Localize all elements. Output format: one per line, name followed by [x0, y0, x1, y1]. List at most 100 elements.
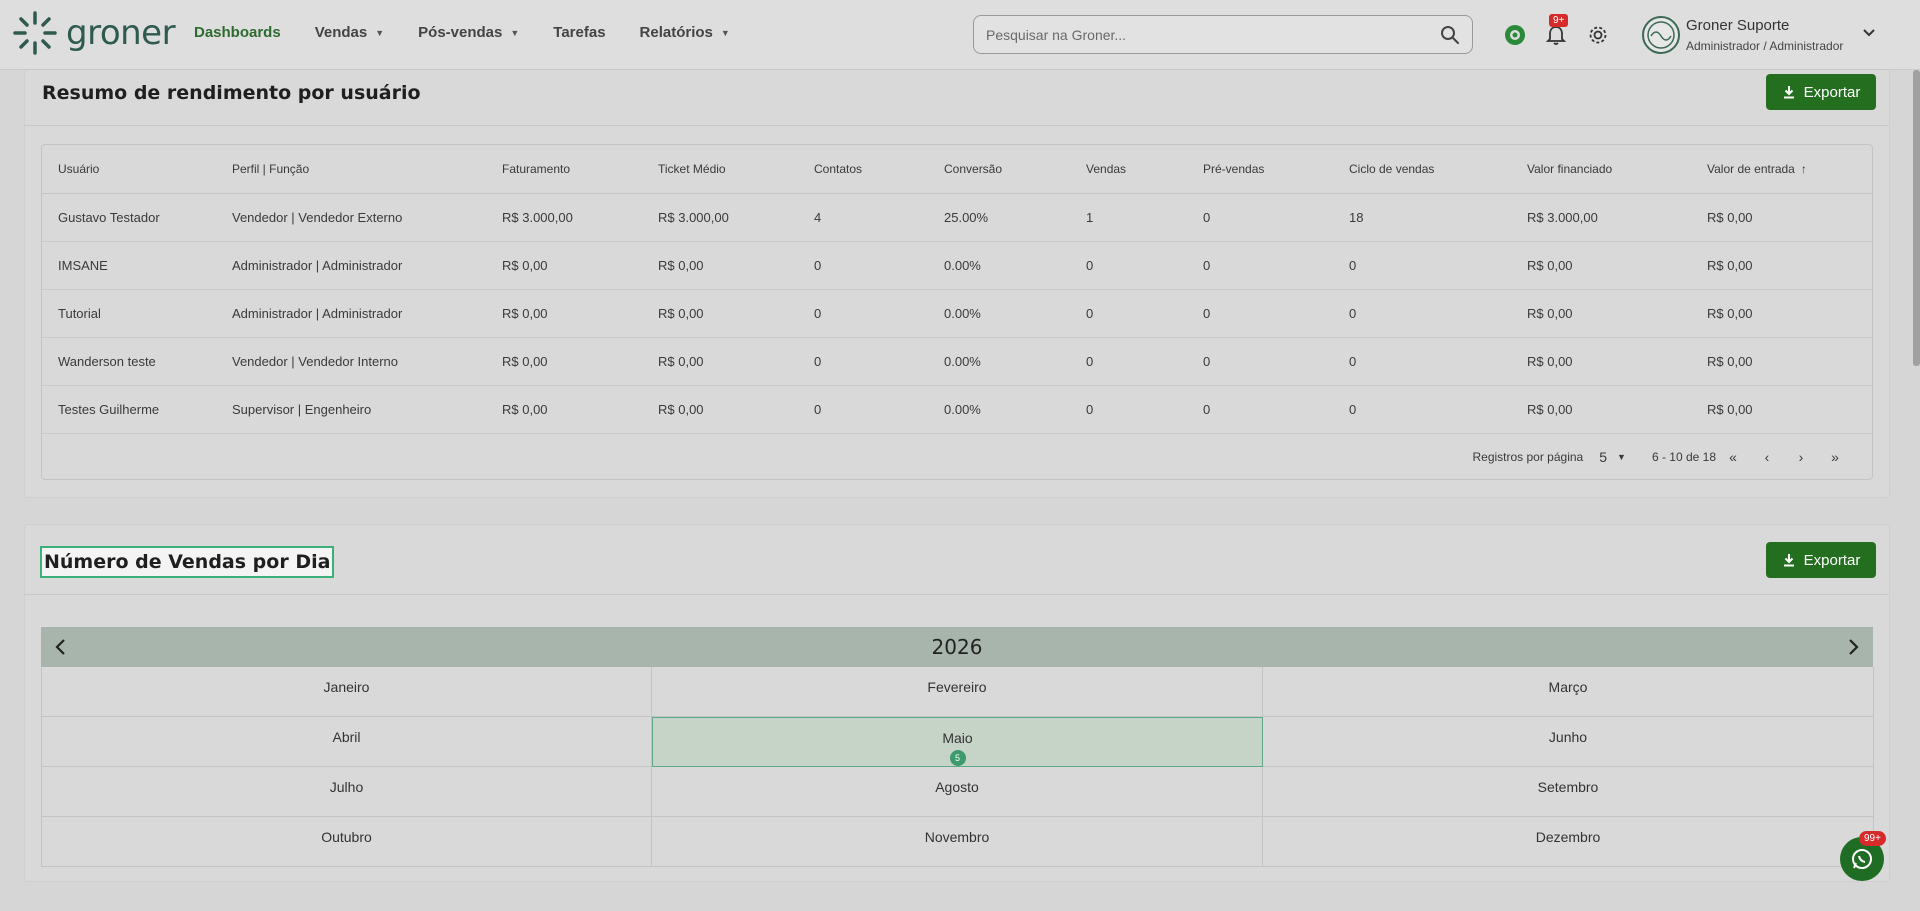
sales-by-day-card: Número de Vendas por Dia Exportar 2026 J…: [24, 524, 1890, 882]
main-nav: Dashboards Vendas ▼ Pós-vendas ▼ Tarefas Relat…: [194, 24, 764, 41]
export-sales-button[interactable]: Exportar: [1766, 542, 1876, 578]
groner-logo[interactable]: groner: [12, 10, 176, 56]
nav-item-vendas[interactable]: Vendas ▼: [315, 24, 384, 41]
nav-item-dashboards[interactable]: Dashboards: [194, 24, 281, 41]
table-cell: R$ 0,00: [1691, 385, 1872, 434]
gear-icon[interactable]: [1585, 22, 1611, 48]
performance-card: Resumo de rendimento por usuário Exporta…: [24, 70, 1890, 498]
month-label: Junho: [1548, 729, 1588, 745]
sort-arrow-icon[interactable]: ↑: [1801, 162, 1807, 176]
table-cell: 0: [798, 337, 928, 386]
table-cell: Wanderson teste: [42, 337, 216, 386]
month-cell[interactable]: Dezembro: [1263, 817, 1874, 867]
table-cell: R$ 0,00: [486, 241, 642, 290]
table-cell: R$ 3.000,00: [642, 193, 798, 242]
table-cell: 0: [1333, 385, 1511, 434]
search-input[interactable]: [986, 26, 1440, 43]
column-header[interactable]: Valor de entrada ↑: [1691, 145, 1872, 194]
table-cell: Tutorial: [42, 289, 216, 338]
table-cell: 1: [1070, 193, 1187, 242]
search-icon[interactable]: [1440, 25, 1460, 45]
chevron-right-icon[interactable]: [1843, 637, 1863, 657]
caret-down-icon: ▼: [510, 27, 520, 38]
first-page-icon[interactable]: «: [1716, 449, 1750, 465]
user-menu[interactable]: Groner Suporte Administrador / Administr…: [1642, 16, 1843, 54]
column-header[interactable]: Perfil | Função: [216, 145, 486, 194]
column-header[interactable]: Usuário: [42, 145, 216, 194]
caret-down-icon: ▼: [375, 27, 385, 38]
month-label: Abril: [332, 729, 361, 745]
table-cell: Testes Guilherme: [42, 385, 216, 434]
search-box[interactable]: [973, 15, 1473, 54]
table-cell: R$ 0,00: [1511, 241, 1691, 290]
table-cell: IMSANE: [42, 241, 216, 290]
month-cell[interactable]: Março: [1263, 667, 1874, 717]
table-cell: R$ 0,00: [1691, 241, 1872, 290]
export-performance-button[interactable]: Exportar: [1766, 74, 1876, 110]
table-cell: Vendedor | Vendedor Interno: [216, 337, 486, 386]
month-cell[interactable]: Setembro: [1263, 767, 1874, 817]
table-cell: 0: [1187, 241, 1333, 290]
table-row[interactable]: Testes Guilherme Supervisor | Engenheiro R…: [42, 385, 1872, 434]
month-cell[interactable]: Agosto: [652, 767, 1263, 817]
month-cell[interactable]: Fevereiro: [652, 667, 1263, 717]
chevron-down-icon[interactable]: [1862, 26, 1876, 40]
column-header[interactable]: Valor financiado: [1511, 145, 1691, 194]
table-cell: 0: [1187, 193, 1333, 242]
chevron-left-icon[interactable]: [51, 637, 71, 657]
download-icon: [1783, 554, 1794, 567]
last-page-icon[interactable]: »: [1818, 449, 1852, 465]
table-cell: 18: [1333, 193, 1511, 242]
top-navbar: groner Dashboards Vendas ▼ Pós-vendas ▼ Taref…: [0, 0, 1920, 70]
month-cell[interactable]: Outubro: [42, 817, 652, 867]
column-header[interactable]: Ciclo de vendas: [1333, 145, 1511, 194]
column-header-label: Vendas: [1086, 161, 1127, 176]
prev-page-icon[interactable]: ‹: [1750, 449, 1784, 465]
month-cell[interactable]: Julho: [42, 767, 652, 817]
column-header-label: Perfil | Função: [232, 161, 310, 176]
nav-item-p-s-vendas[interactable]: Pós-vendas ▼: [418, 24, 519, 41]
performance-title: Resumo de rendimento por usuário: [42, 82, 421, 104]
column-header[interactable]: Faturamento: [486, 145, 642, 194]
notification-badge: 9+: [1549, 14, 1569, 27]
table-cell: 0: [1187, 289, 1333, 338]
nav-item-relat-rios[interactable]: Relatórios ▼: [640, 24, 730, 41]
table-cell: 0: [1070, 241, 1187, 290]
month-cell[interactable]: Janeiro: [42, 667, 652, 717]
column-header[interactable]: Ticket Médio: [642, 145, 798, 194]
nav-item-label: Tarefas: [553, 24, 606, 41]
table-cell: 0: [1333, 337, 1511, 386]
next-page-icon[interactable]: ›: [1784, 449, 1818, 465]
export-label: Exportar: [1803, 83, 1861, 101]
table-cell: 0.00%: [928, 385, 1070, 434]
calendar-year: 2026: [931, 635, 983, 659]
page-scrollbar[interactable]: [1913, 70, 1920, 366]
month-cell[interactable]: Novembro: [652, 817, 1263, 867]
column-header[interactable]: Vendas: [1070, 145, 1187, 194]
month-cell[interactable]: Maio 5: [652, 717, 1263, 767]
table-cell: 0: [1070, 337, 1187, 386]
table-cell: 0.00%: [928, 337, 1070, 386]
table-cell: 0: [1187, 337, 1333, 386]
column-header[interactable]: Conversão: [928, 145, 1070, 194]
month-cell[interactable]: Junho: [1263, 717, 1874, 767]
column-header[interactable]: Pré-vendas: [1187, 145, 1333, 194]
caret-down-icon: ▼: [1617, 452, 1626, 462]
table-row[interactable]: Wanderson teste Vendedor | Vendedor Inter…: [42, 337, 1872, 386]
sales-by-day-title: Número de Vendas por Dia: [40, 546, 335, 578]
month-label: Dezembro: [1535, 829, 1601, 845]
month-label: Fevereiro: [927, 679, 987, 695]
table-row[interactable]: Tutorial Administrador | Administrador R$ …: [42, 289, 1872, 338]
per-page-select[interactable]: 5 ▼: [1599, 449, 1626, 465]
nav-item-tarefas[interactable]: Tarefas: [553, 24, 605, 41]
column-header-label: Valor de entrada: [1707, 161, 1795, 176]
table-cell: Vendedor | Vendedor Externo: [216, 193, 486, 242]
user-role: Administrador / Administrador: [1686, 39, 1844, 53]
month-cell[interactable]: Abril: [42, 717, 652, 767]
nav-item-label: Vendas: [314, 24, 368, 41]
table-row[interactable]: IMSANE Administrador | Administrador R$ 0,…: [42, 241, 1872, 290]
table-row[interactable]: Gustavo Testador Vendedor | Vendedor Exte…: [42, 193, 1872, 242]
column-header[interactable]: Contatos: [798, 145, 928, 194]
nav-item-label: Relatórios: [639, 24, 713, 41]
chat-support-icon[interactable]: [1502, 22, 1528, 48]
